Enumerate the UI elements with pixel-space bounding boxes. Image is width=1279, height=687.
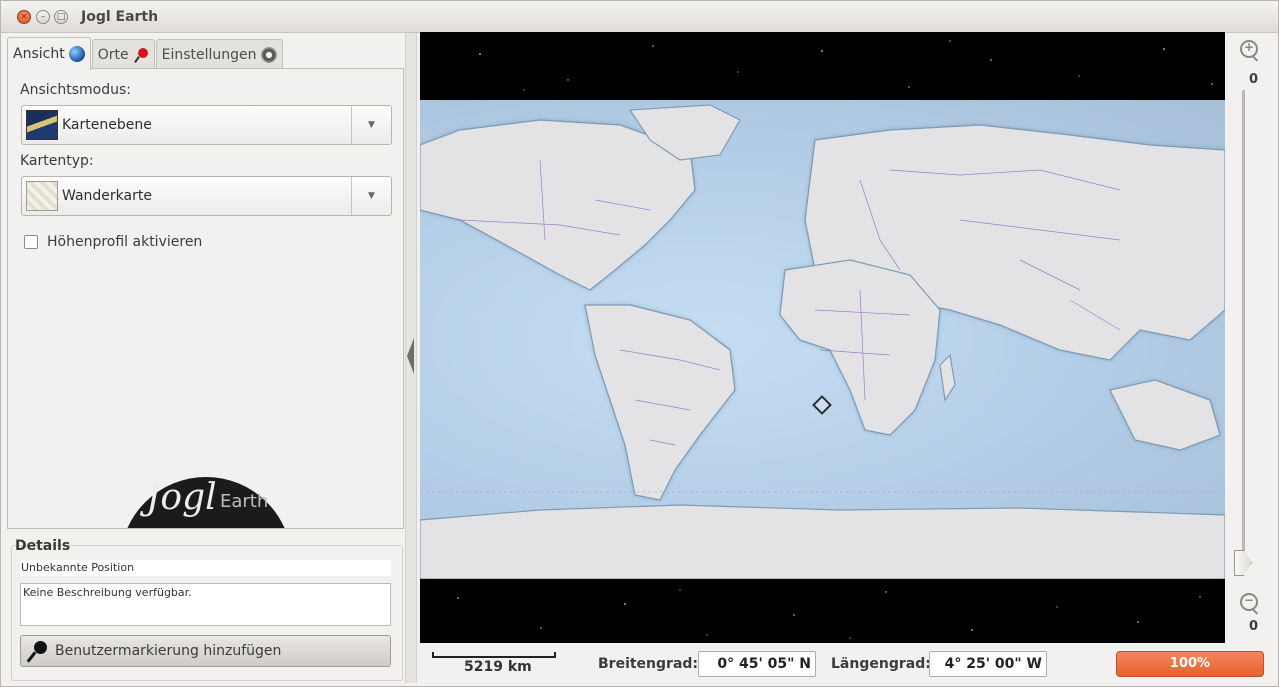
maximize-icon[interactable]: □ [54,10,68,24]
left-pane: Ansicht Orte Einstellungen Ansichtsmodus… [7,37,405,683]
progress-bar: 100% [1116,651,1264,677]
zoom-slider-handle[interactable] [1234,550,1252,576]
main-window: × – □ Jogl Earth Ansicht Orte Einstellun… [0,0,1279,687]
zoom-in-icon[interactable]: + [1240,40,1258,58]
add-user-marker-label: Benutzermarkierung hinzufügen [55,643,282,659]
status-bar: 5219 km Breitengrad: 0° 45' 05" N Längen… [420,646,1275,682]
elevation-profile-row[interactable]: Höhenprofil aktivieren [24,234,202,250]
collapse-left-icon[interactable] [407,338,414,374]
details-panel: Details Unbekannte Position Keine Beschr… [7,537,404,683]
world-map-graphic [420,104,1225,579]
map-view[interactable] [420,32,1225,643]
elevation-profile-label: Höhenprofil aktivieren [47,234,203,250]
elevation-profile-checkbox[interactable] [24,235,38,249]
map-type-value: Wanderkarte [62,188,152,204]
zoom-slider-track[interactable] [1242,90,1245,560]
tab-label: Orte [97,47,129,63]
tab-orte[interactable]: Orte [91,39,155,70]
titlebar: × – □ Jogl Earth [1,1,1278,33]
logo-text-earth: Earth [220,491,269,512]
position-name: Unbekannte Position [20,560,391,576]
tab-einstellungen[interactable]: Einstellungen [155,39,283,70]
view-mode-select[interactable]: Kartenebene ▼ [21,105,392,145]
chevron-down-icon[interactable]: ▼ [351,177,391,215]
zoom-control: + 0 − 0 [1227,32,1275,643]
chevron-down-icon[interactable]: ▼ [351,106,391,144]
pane-splitter[interactable] [405,33,417,683]
world-map[interactable] [420,100,1225,579]
close-icon[interactable]: × [17,10,31,24]
gear-icon [260,47,277,63]
latitude-label: Breitengrad: [598,656,699,672]
tab-label: Ansicht [13,46,65,62]
longitude-field[interactable]: 4° 25' 00" W [929,651,1047,677]
details-header: Details [15,538,71,554]
map-type-select[interactable]: Wanderkarte ▼ [21,176,392,216]
jogl-earth-logo: Jogl Earth [120,477,292,528]
scale-label: 5219 km [464,659,532,675]
tab-ansicht[interactable]: Ansicht [7,37,91,70]
tab-label: Einstellungen [161,47,257,63]
map-plane-icon [26,110,58,140]
description-field[interactable]: Keine Beschreibung verfügbar. [20,583,391,626]
pin-icon [25,638,51,664]
zoom-top-value: 0 [1249,72,1259,87]
tab-bar: Ansicht Orte Einstellungen [7,37,284,70]
scale-bar [432,652,556,658]
view-tab-panel: Ansichtsmodus: Kartenebene ▼ Kartentyp: … [7,68,404,529]
window-title: Jogl Earth [81,9,159,25]
map-type-label: Kartentyp: [20,153,94,169]
zoom-out-icon[interactable]: − [1240,593,1258,611]
view-mode-label: Ansichtsmodus: [20,82,131,98]
hiking-map-icon [26,181,58,211]
logo-text-jogl: Jogl [146,477,217,518]
globe-icon [68,46,85,62]
view-mode-value: Kartenebene [62,117,152,133]
longitude-label: Längengrad: [831,656,931,672]
add-user-marker-button[interactable]: Benutzermarkierung hinzufügen [20,635,391,667]
zoom-bottom-value: 0 [1249,619,1259,634]
latitude-field[interactable]: 0° 45' 05" N [698,651,816,677]
pin-icon [133,47,149,63]
minimize-icon[interactable]: – [36,10,50,24]
